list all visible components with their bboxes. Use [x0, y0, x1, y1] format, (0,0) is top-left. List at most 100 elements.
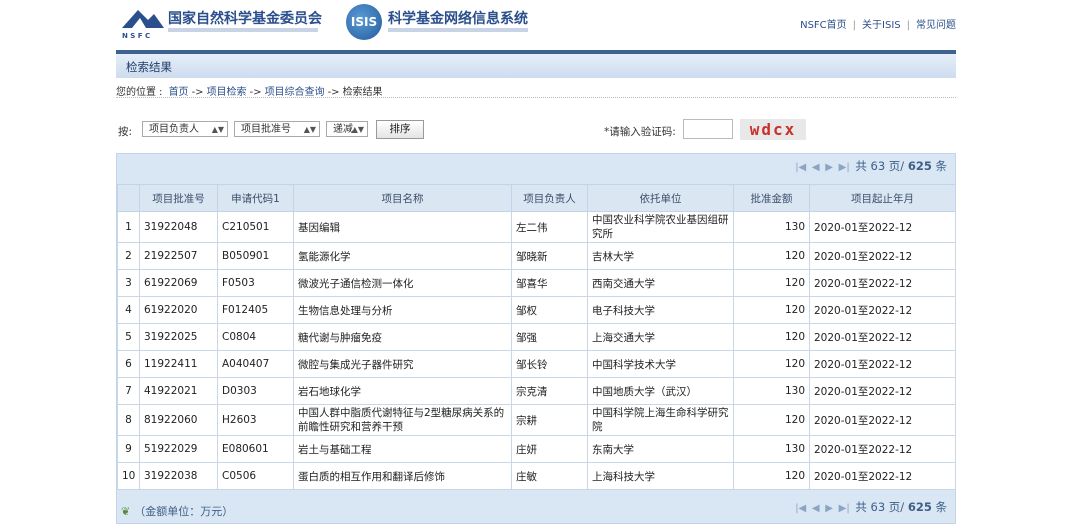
- project-leader: 庄敏: [511, 462, 588, 490]
- captcha-input[interactable]: [683, 119, 733, 139]
- captcha-image[interactable]: wdcx: [740, 119, 806, 140]
- pager-top: |◀ ◀ ▶ ▶| 共 63 页/ 625 条: [795, 158, 947, 180]
- application-code: C0506: [217, 462, 294, 490]
- row-index: 8: [117, 404, 140, 436]
- column-header[interactable]: 项目负责人: [511, 184, 588, 212]
- project-name[interactable]: 微腔与集成光子器件研究: [293, 350, 512, 378]
- table-row[interactable]: 7 41922021 D0303 岩石地球化学 宗克清 中国地质大学（武汉） 1…: [117, 377, 956, 405]
- table-row[interactable]: 5 31922025 C0804 糖代谢与肿瘤免疫 邹强 上海交通大学 120 …: [117, 323, 956, 351]
- project-leader: 邹强: [511, 323, 588, 351]
- project-name[interactable]: 岩石地球化学: [293, 377, 512, 405]
- project-name[interactable]: 岩土与基础工程: [293, 435, 512, 463]
- application-code: B050901: [217, 242, 294, 270]
- project-name[interactable]: 微波光子通信检测一体化: [293, 269, 512, 297]
- isis-logo[interactable]: ISIS: [346, 4, 382, 40]
- sort-label: 按:: [118, 126, 133, 138]
- host-institution: 上海科技大学: [587, 462, 734, 490]
- project-name[interactable]: 蛋白质的相互作用和翻译后修饰: [293, 462, 512, 490]
- table-row[interactable]: 10 31922038 C0506 蛋白质的相互作用和翻译后修饰 庄敏 上海科技…: [117, 462, 956, 490]
- first-page-icon[interactable]: |◀: [795, 162, 806, 173]
- approval-number: 81922060: [139, 404, 218, 436]
- application-code: C210501: [217, 211, 294, 243]
- table-row[interactable]: 3 61922069 F0503 微波光子通信检测一体化 邹喜华 西南交通大学 …: [117, 269, 956, 297]
- project-name[interactable]: 中国人群中脂质代谢特征与2型糖尿病关系的前瞻性研究和营养干预: [293, 404, 512, 436]
- host-institution: 中国科学技术大学: [587, 350, 734, 378]
- isis-name: 科学基金网络信息系统: [388, 11, 528, 27]
- table-row[interactable]: 4 61922020 F012405 生物信息处理与分析 邹权 电子科技大学 1…: [117, 296, 956, 324]
- table-row[interactable]: 9 51922029 E080601 岩土与基础工程 庄妍 东南大学 130 2…: [117, 435, 956, 463]
- row-index: 3: [117, 269, 140, 297]
- pager-pages: 63: [870, 159, 886, 173]
- sort-field-1-select[interactable]: 项目负责人 ▲▼: [142, 121, 228, 137]
- table-row[interactable]: 1 31922048 C210501 基因编辑 左二伟 中国农业科学院农业基因组…: [117, 211, 956, 243]
- last-page-icon[interactable]: ▶|: [839, 162, 850, 173]
- project-name[interactable]: 氢能源化学: [293, 242, 512, 270]
- column-header[interactable]: 批准金额: [733, 184, 810, 212]
- approval-number: 11922411: [139, 350, 218, 378]
- results-table: 项目批准号 申请代码1 项目名称 项目负责人 依托单位 批准金额 项目起止年月 …: [117, 184, 956, 490]
- sort-order-value: 递减: [333, 124, 353, 135]
- approved-amount: 130: [733, 377, 810, 405]
- host-institution: 中国农业科学院农业基因组研究所: [587, 211, 734, 243]
- sort-controls: 按: 项目负责人 ▲▼ 项目批准号 ▲▼ 递减 ▲▼ 排序 *请输入验证码: w…: [116, 119, 956, 141]
- column-header[interactable]: 申请代码1: [217, 184, 294, 212]
- application-code: F0503: [217, 269, 294, 297]
- project-period: 2020-01至2022-12: [809, 462, 956, 490]
- approval-number: 31922025: [139, 323, 218, 351]
- row-index: 5: [117, 323, 140, 351]
- captcha-label: *请输入验证码:: [604, 126, 676, 138]
- project-name[interactable]: 基因编辑: [293, 211, 512, 243]
- pager-pages-unit: 页/: [888, 159, 905, 173]
- project-name[interactable]: 糖代谢与肿瘤免疫: [293, 323, 512, 351]
- column-header[interactable]: 项目起止年月: [809, 184, 956, 212]
- site-header: N S F C 国家自然科学基金委员会 ISIS 科学基金网络信息系统 NSFC…: [116, 0, 956, 50]
- isis-subtitle-bar: [388, 28, 528, 32]
- amount-unit-text: （金额单位：万元）: [134, 505, 234, 518]
- column-header[interactable]: 依托单位: [587, 184, 734, 212]
- approved-amount: 120: [733, 462, 810, 490]
- chevron-down-icon: ▲▼: [211, 125, 224, 134]
- pager-total-prefix: 共: [855, 500, 867, 514]
- project-period: 2020-01至2022-12: [809, 242, 956, 270]
- next-page-icon[interactable]: ▶: [825, 162, 833, 173]
- approval-number: 61922069: [139, 269, 218, 297]
- approval-number: 31922048: [139, 211, 218, 243]
- project-period: 2020-01至2022-12: [809, 435, 956, 463]
- row-index: 2: [117, 242, 140, 270]
- link-faq[interactable]: 常见问题: [916, 20, 956, 31]
- project-leader: 邹长铃: [511, 350, 588, 378]
- host-institution: 西南交通大学: [587, 269, 734, 297]
- row-index: 4: [117, 296, 140, 324]
- pager-count-unit: 条: [935, 159, 948, 173]
- sort-field-2-value: 项目批准号: [241, 124, 291, 135]
- column-header[interactable]: 项目名称: [293, 184, 512, 212]
- link-nsfc-home[interactable]: NSFC首页: [800, 20, 847, 31]
- top-links: NSFC首页 | 关于ISIS | 常见问题: [800, 20, 956, 31]
- section-bar: 检索结果: [116, 54, 956, 78]
- column-header: [117, 184, 140, 212]
- sort-field-2-select[interactable]: 项目批准号 ▲▼: [234, 121, 320, 137]
- pager-count-unit: 条: [935, 500, 948, 514]
- prev-page-icon[interactable]: ◀: [812, 503, 820, 514]
- sort-button[interactable]: 排序: [376, 120, 424, 139]
- project-leader: 邹喜华: [511, 269, 588, 297]
- column-header[interactable]: 项目批准号: [139, 184, 218, 212]
- project-leader: 邹权: [511, 296, 588, 324]
- first-page-icon[interactable]: |◀: [795, 503, 806, 514]
- sort-order-select[interactable]: 递减 ▲▼: [326, 121, 368, 137]
- approval-number: 61922020: [139, 296, 218, 324]
- table-row[interactable]: 6 11922411 A040407 微腔与集成光子器件研究 邹长铃 中国科学技…: [117, 350, 956, 378]
- project-name[interactable]: 生物信息处理与分析: [293, 296, 512, 324]
- nsfc-name: 国家自然科学基金委员会: [168, 11, 322, 27]
- table-row[interactable]: 2 21922507 B050901 氢能源化学 邹晓新 吉林大学 120 20…: [117, 242, 956, 270]
- table-row[interactable]: 8 81922060 H2603 中国人群中脂质代谢特征与2型糖尿病关系的前瞻性…: [117, 404, 956, 436]
- last-page-icon[interactable]: ▶|: [839, 503, 850, 514]
- project-period: 2020-01至2022-12: [809, 377, 956, 405]
- next-page-icon[interactable]: ▶: [825, 503, 833, 514]
- approval-number: 51922029: [139, 435, 218, 463]
- link-about-isis[interactable]: 关于ISIS: [862, 20, 901, 31]
- approved-amount: 120: [733, 269, 810, 297]
- chevron-down-icon: ▲▼: [351, 125, 364, 134]
- nsfc-logo-icon[interactable]: N S F C: [118, 6, 166, 40]
- prev-page-icon[interactable]: ◀: [812, 162, 820, 173]
